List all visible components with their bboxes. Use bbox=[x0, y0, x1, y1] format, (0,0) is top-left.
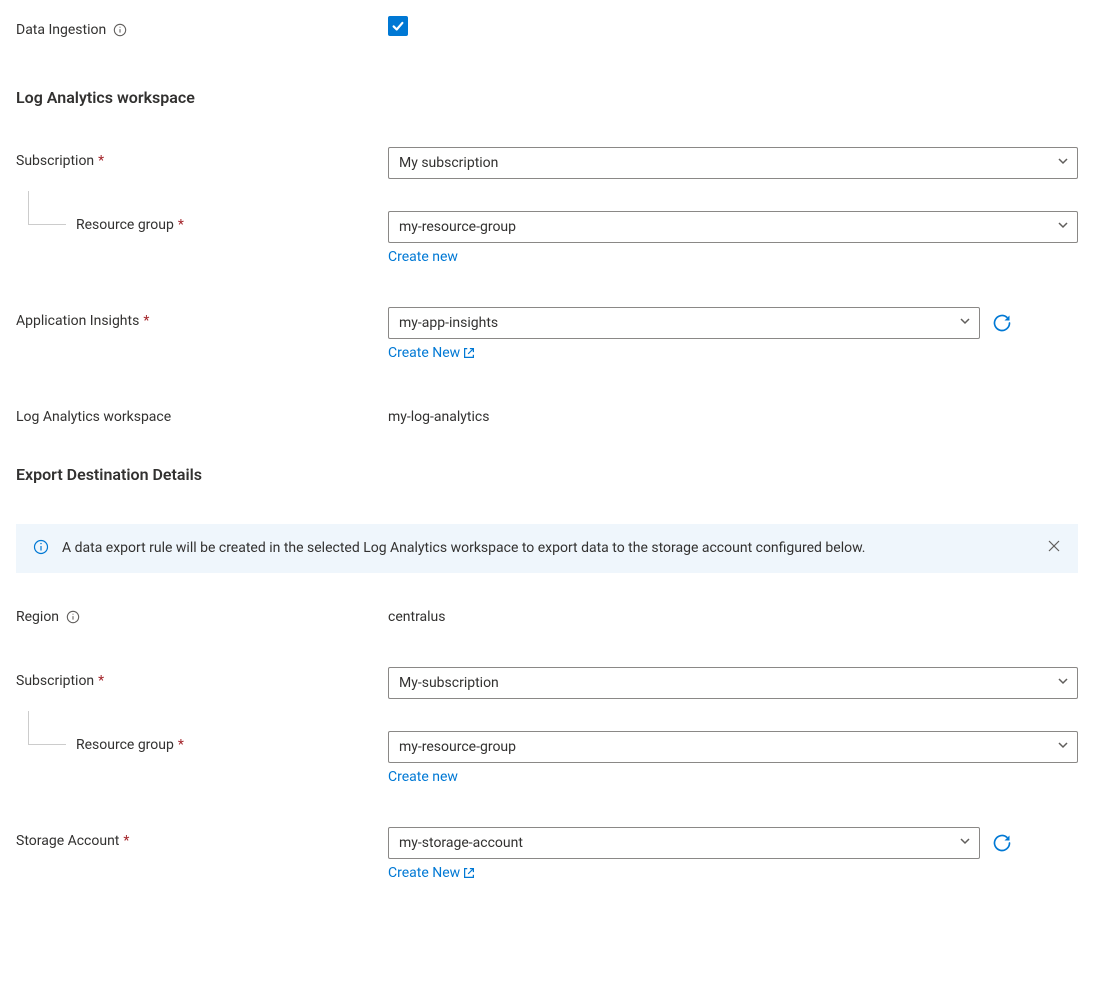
info-banner: A data export rule will be created in th… bbox=[16, 524, 1078, 573]
required-indicator: * bbox=[178, 737, 184, 753]
refresh-button[interactable] bbox=[990, 831, 1014, 855]
external-link-icon bbox=[462, 346, 476, 360]
chevron-down-icon bbox=[1057, 675, 1069, 691]
required-indicator: * bbox=[98, 153, 104, 169]
external-link-icon bbox=[462, 866, 476, 880]
create-new-export-resource-group-link[interactable]: Create new bbox=[388, 769, 1078, 785]
chevron-down-icon bbox=[1057, 155, 1069, 171]
create-new-resource-group-link[interactable]: Create new bbox=[388, 249, 1078, 265]
create-new-storage-account-link[interactable]: Create New bbox=[388, 865, 1014, 881]
required-indicator: * bbox=[123, 833, 129, 849]
resource-group-select-value: my-resource-group bbox=[399, 219, 516, 235]
app-insights-label: Application Insights bbox=[16, 313, 139, 329]
info-banner-text: A data export rule will be created in th… bbox=[62, 538, 1034, 559]
create-new-app-insights-text: Create New bbox=[388, 345, 460, 361]
app-insights-select[interactable]: my-app-insights bbox=[388, 307, 980, 339]
section-heading-log-analytics: Log Analytics workspace bbox=[16, 88, 1078, 107]
indent-line bbox=[28, 711, 66, 745]
subscription-select-value: My subscription bbox=[399, 155, 498, 171]
create-new-app-insights-link[interactable]: Create New bbox=[388, 345, 1014, 361]
export-subscription-label: Subscription bbox=[16, 673, 94, 689]
subscription-label: Subscription bbox=[16, 153, 94, 169]
indent-line bbox=[28, 191, 66, 225]
export-resource-group-select-value: my-resource-group bbox=[399, 739, 516, 755]
region-label: Region bbox=[16, 609, 59, 625]
required-indicator: * bbox=[143, 313, 149, 329]
export-resource-group-select[interactable]: my-resource-group bbox=[388, 731, 1078, 763]
storage-account-select[interactable]: my-storage-account bbox=[388, 827, 980, 859]
info-icon bbox=[32, 538, 50, 556]
export-resource-group-label: Resource group bbox=[76, 737, 174, 753]
export-subscription-select-value: My-subscription bbox=[399, 675, 499, 691]
close-icon[interactable] bbox=[1046, 538, 1062, 554]
storage-account-label: Storage Account bbox=[16, 833, 119, 849]
region-value: centralus bbox=[388, 603, 446, 625]
chevron-down-icon bbox=[959, 315, 971, 331]
export-subscription-select[interactable]: My-subscription bbox=[388, 667, 1078, 699]
subscription-select[interactable]: My subscription bbox=[388, 147, 1078, 179]
chevron-down-icon bbox=[1057, 739, 1069, 755]
resource-group-select[interactable]: my-resource-group bbox=[388, 211, 1078, 243]
app-insights-select-value: my-app-insights bbox=[399, 315, 498, 331]
chevron-down-icon bbox=[1057, 219, 1069, 235]
section-heading-export-dest: Export Destination Details bbox=[16, 465, 1078, 484]
refresh-button[interactable] bbox=[990, 311, 1014, 335]
data-ingestion-checkbox[interactable] bbox=[388, 16, 408, 36]
log-analytics-workspace-value: my-log-analytics bbox=[388, 403, 489, 425]
required-indicator: * bbox=[178, 217, 184, 233]
create-new-storage-account-text: Create New bbox=[388, 865, 460, 881]
chevron-down-icon bbox=[959, 835, 971, 851]
storage-account-select-value: my-storage-account bbox=[399, 835, 523, 851]
required-indicator: * bbox=[98, 673, 104, 689]
info-icon[interactable] bbox=[65, 609, 81, 625]
info-icon[interactable] bbox=[112, 22, 128, 38]
log-analytics-workspace-label: Log Analytics workspace bbox=[16, 409, 171, 425]
resource-group-label: Resource group bbox=[76, 217, 174, 233]
data-ingestion-label: Data Ingestion bbox=[16, 22, 106, 38]
